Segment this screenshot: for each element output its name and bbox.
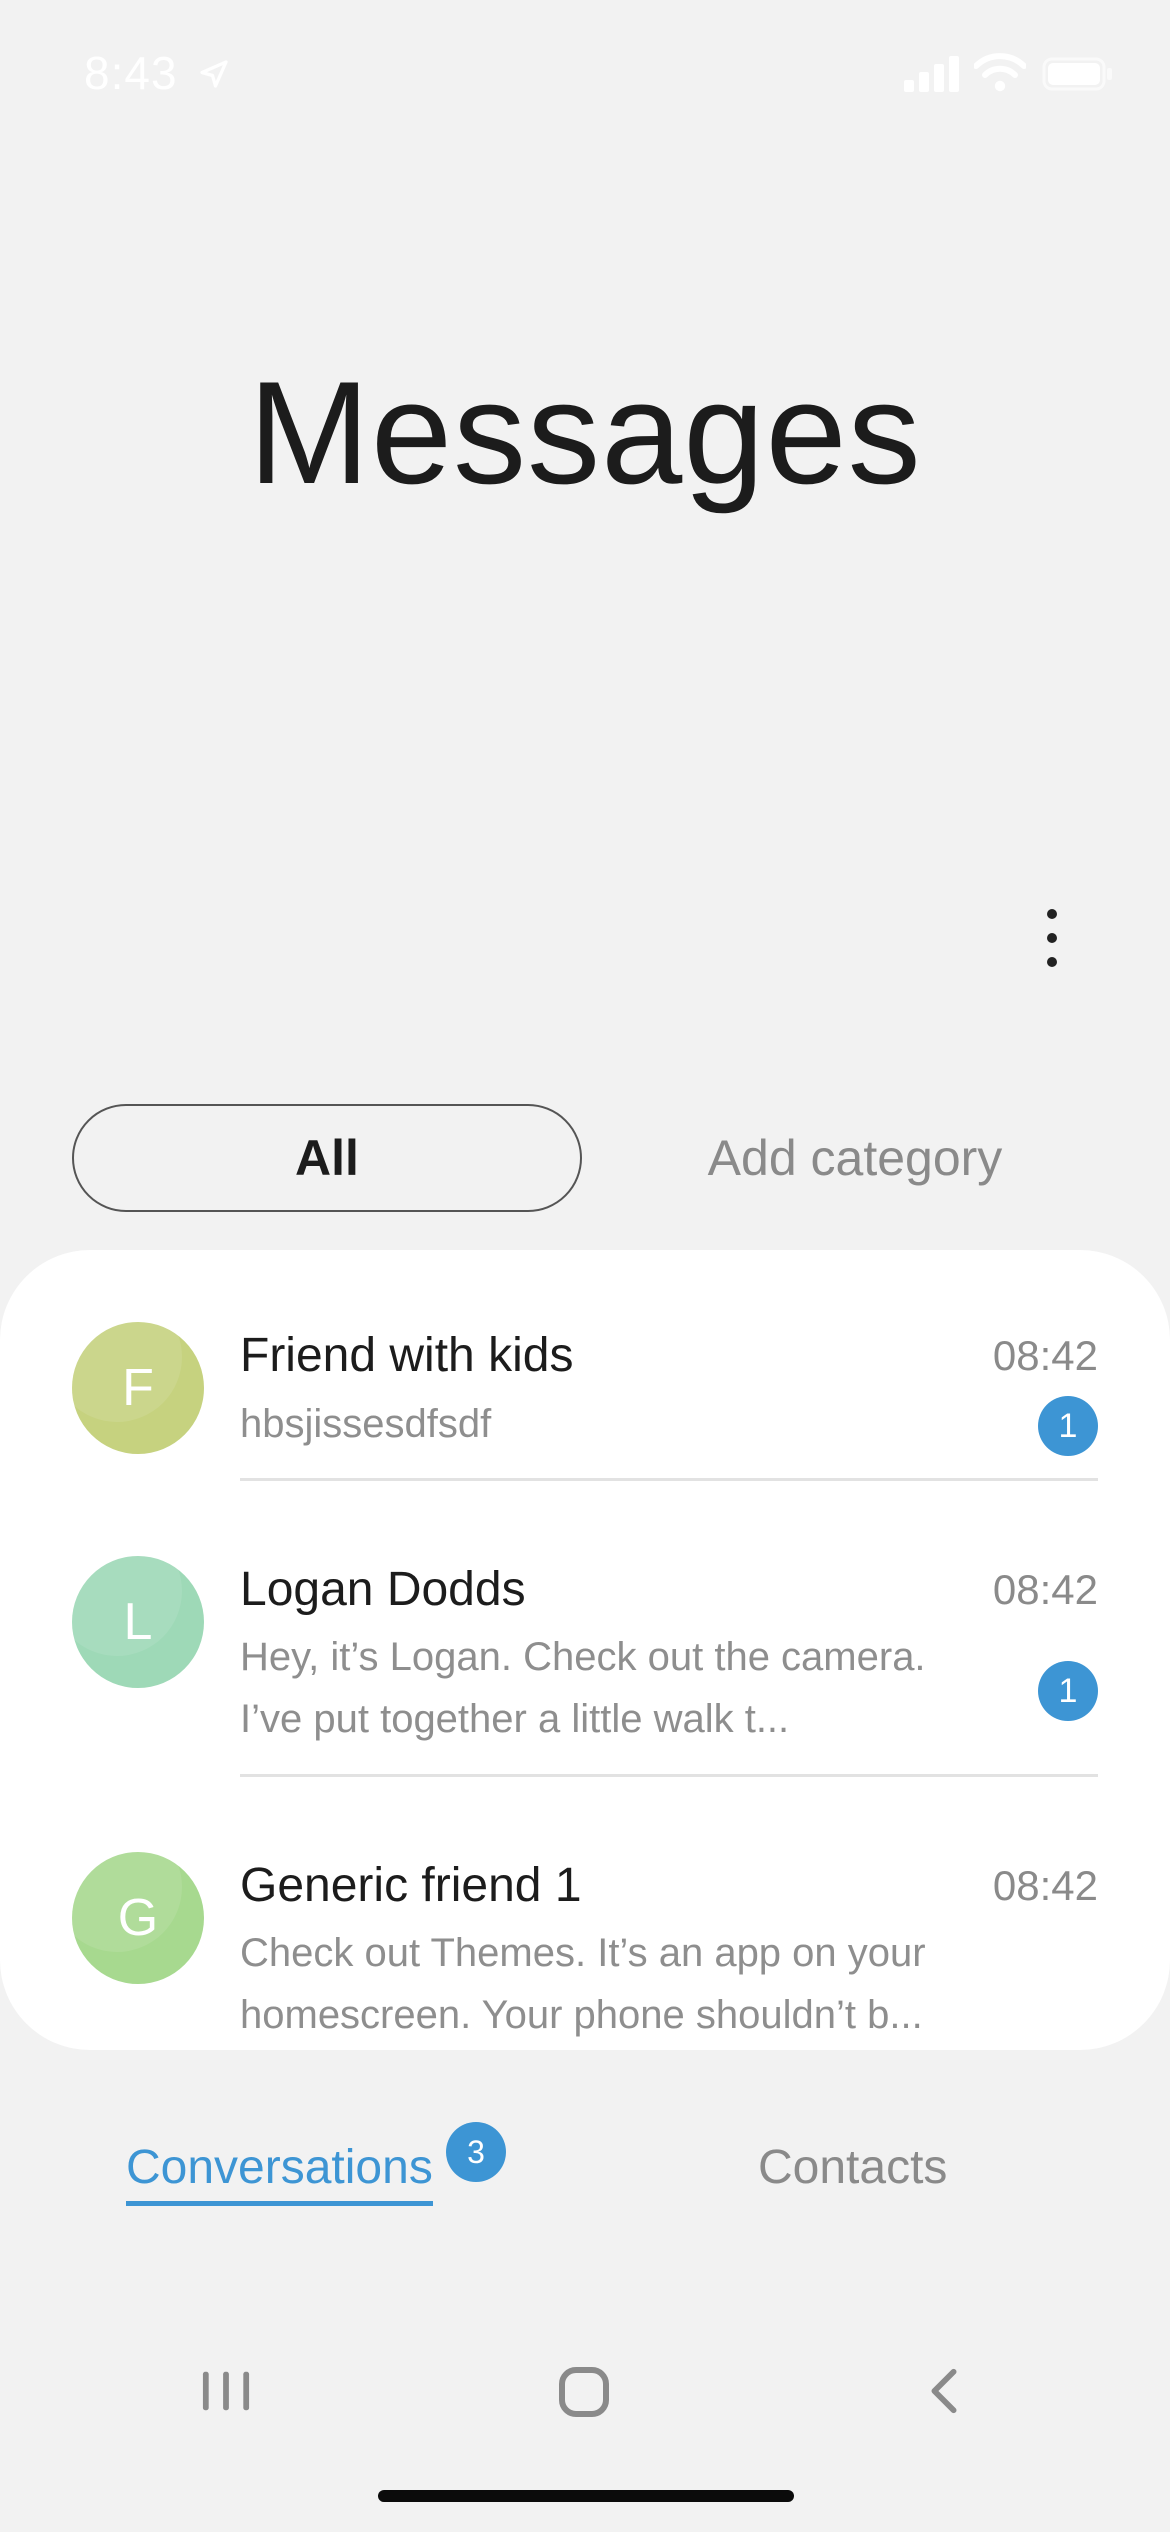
category-all-chip[interactable]: All: [72, 1104, 582, 1212]
preview-line: Hey, it’s Logan. Check out the camera.: [240, 1635, 926, 1679]
cellular-signal-icon: [904, 56, 959, 92]
preview-line: I’ve put together a little walk t...: [240, 1697, 790, 1741]
avatar: L: [72, 1556, 204, 1688]
unread-badge: 1: [1038, 1396, 1098, 1456]
conversation-list: F Friend with kids 08:42 hbsjissesdfsdf …: [0, 1250, 1170, 2050]
status-time: 8:43: [84, 47, 178, 99]
more-vertical-icon-dot-3: [1047, 957, 1057, 967]
status-bar: 8:43: [0, 0, 1170, 150]
bottom-tabs: Conversations 3 Contacts: [0, 2100, 1170, 2240]
preview-line: homescreen. Your phone shouldn’t b...: [240, 1993, 923, 2037]
conversations-count-badge: 3: [446, 2122, 506, 2182]
recent-apps-icon[interactable]: [196, 2366, 256, 2416]
navigation-bar: [0, 2340, 1170, 2440]
conversation-time: 08:42: [992, 1332, 1098, 1379]
tab-contacts[interactable]: Contacts: [758, 2140, 947, 2195]
home-indicator[interactable]: [378, 2490, 794, 2502]
more-vertical-icon-dot-2: [1047, 933, 1057, 943]
conversation-preview: Check out Themes. It’s an app on your ho…: [240, 1922, 970, 2046]
add-category-button[interactable]: Add category: [612, 1104, 1098, 1212]
conversation-row[interactable]: F Friend with kids 08:42 hbsjissesdfsdf …: [0, 1250, 1170, 1486]
conversation-name: Logan Dodds: [240, 1563, 526, 1616]
conversation-row[interactable]: G Generic friend 1 08:42 Check out Theme…: [0, 1782, 1170, 2050]
category-filter-row: All Add category: [72, 1104, 1098, 1214]
avatar-initial: L: [123, 1593, 153, 1651]
row-divider: [240, 1478, 1098, 1481]
conversation-time: 08:42: [992, 1862, 1098, 1909]
avatar-initial: F: [122, 1359, 154, 1417]
preview-line: Check out Themes. It’s an app on your: [240, 1931, 926, 1975]
avatar-initial: G: [117, 1889, 159, 1947]
preview-line: hbsjissesdfsdf: [240, 1402, 492, 1446]
tab-conversations-label: Conversations: [126, 2140, 433, 2206]
conversation-name: Generic friend 1: [240, 1859, 582, 1912]
more-vertical-icon: [1047, 909, 1057, 919]
tab-conversations[interactable]: Conversations: [126, 2140, 433, 2206]
conversation-row[interactable]: L Logan Dodds 08:42 Hey, it’s Logan. Che…: [0, 1486, 1170, 1782]
battery-icon: [1042, 57, 1112, 91]
home-icon[interactable]: [556, 2364, 612, 2420]
more-options-button[interactable]: [1022, 900, 1082, 976]
conversation-name: Friend with kids: [240, 1329, 574, 1382]
page-title: Messages: [248, 351, 922, 514]
unread-badge: 1: [1038, 1661, 1098, 1721]
wifi-icon: [974, 53, 1026, 92]
conversation-preview: hbsjissesdfsdf: [240, 1393, 970, 1455]
row-divider: [240, 1774, 1098, 1777]
avatar: G: [72, 1852, 204, 1984]
conversation-preview: Hey, it’s Logan. Check out the camera. I…: [240, 1626, 970, 1750]
avatar: F: [72, 1322, 204, 1454]
conversation-time: 08:42: [992, 1566, 1098, 1613]
location-arrow-icon: [200, 60, 228, 88]
back-icon[interactable]: [922, 2366, 966, 2416]
